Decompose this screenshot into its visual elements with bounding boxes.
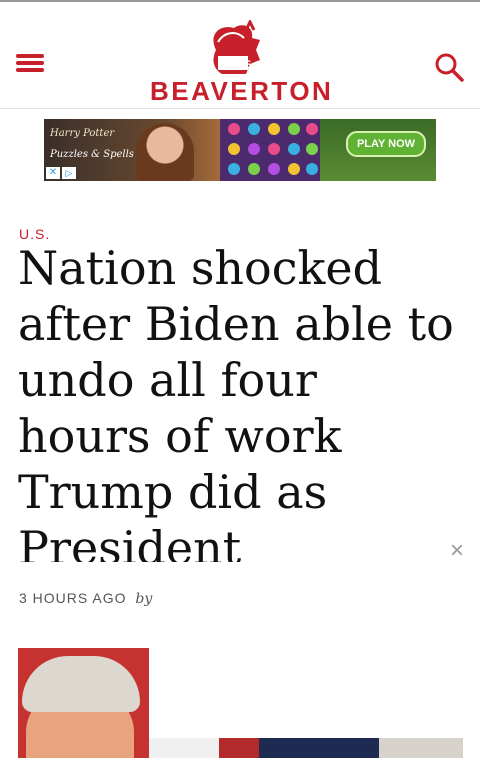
logo-wordmark: BEAVERTON — [150, 76, 334, 106]
beaver-logo-icon — [213, 20, 260, 74]
site-header: THE BEAVERTON — [0, 2, 480, 109]
menu-button[interactable] — [16, 54, 46, 76]
hamburger-line — [16, 68, 44, 72]
ad-close-icon[interactable]: ✕ — [46, 167, 60, 179]
article-hero-image[interactable] — [18, 648, 463, 758]
close-icon[interactable]: × — [446, 539, 468, 563]
logo-badge-text: THE — [229, 59, 251, 71]
ad-game-board — [220, 119, 320, 181]
hero-image-right — [149, 738, 463, 758]
ad-info-icon[interactable]: ▷ — [62, 167, 76, 179]
hero-hair-shape — [22, 656, 140, 712]
article-headline: Nation shocked after Biden able to undo … — [18, 241, 454, 562]
banner-ad[interactable]: Harry Potter Puzzles & Spells PLAY NOW ✕… — [44, 119, 436, 181]
ad-cta-panel: PLAY NOW — [320, 119, 436, 181]
headline-container: Nation shocked after Biden able to undo … — [18, 240, 458, 562]
hamburger-menu-icon — [16, 54, 44, 58]
article-timestamp: 3 HOURS AGO — [19, 590, 127, 606]
ad-play-now-button[interactable]: PLAY NOW — [346, 131, 426, 157]
site-logo[interactable]: THE BEAVERTON — [150, 20, 334, 110]
logo-badge: THE — [229, 59, 251, 71]
hero-image-left — [18, 648, 149, 758]
ad-brand: Harry Potter — [50, 128, 115, 139]
hamburger-line — [16, 61, 44, 65]
ad-title: Puzzles & Spells — [50, 149, 134, 160]
article-meta: 3 HOURS AGO by — [19, 590, 152, 607]
ad-character-image — [136, 123, 194, 181]
ad-gems-image — [228, 123, 318, 175]
search-icon — [435, 53, 464, 82]
byline-prefix: by — [135, 591, 153, 607]
search-button[interactable] — [432, 50, 466, 84]
